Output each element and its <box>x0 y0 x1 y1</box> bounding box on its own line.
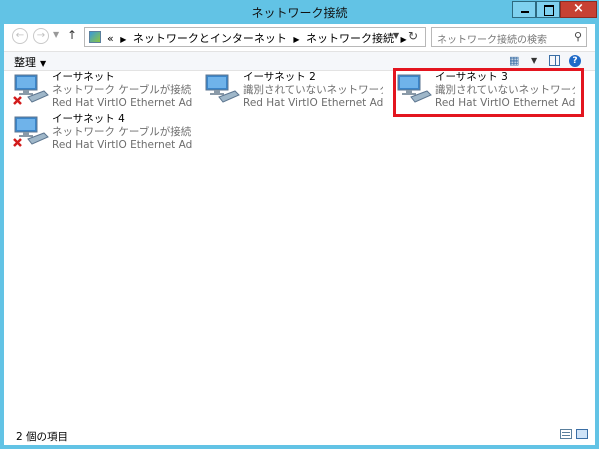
list-item[interactable]: イーサネット 2 識別されていないネットワーク Red Hat VirtIO E… <box>203 71 385 111</box>
view-options-chevron-down-icon[interactable]: ▼ <box>531 56 537 65</box>
forward-button[interactable]: → <box>33 28 49 44</box>
connection-device: Red Hat VirtIO Ethernet Adap... <box>52 139 192 151</box>
network-adapter-disconnected-icon <box>13 116 49 147</box>
connection-name: イーサネット <box>52 71 115 83</box>
close-icon: × <box>573 1 584 16</box>
up-button[interactable]: ↑ <box>67 28 77 42</box>
search-input[interactable]: ネットワーク接続の検索 ⚲ <box>431 27 587 47</box>
connection-device: Red Hat VirtIO Ethernet Adap... <box>52 97 192 109</box>
window-title: ネットワーク接続 <box>251 6 348 20</box>
change-view-icon[interactable]: ▦ <box>509 54 519 67</box>
network-adapter-icon <box>205 74 240 103</box>
chevron-right-icon[interactable]: ▶ <box>401 35 407 44</box>
preview-pane-icon[interactable] <box>549 55 560 66</box>
breadcrumb-overflow[interactable]: « <box>107 32 114 45</box>
connection-device: Red Hat VirtIO Ethernet Adap... <box>243 97 383 109</box>
breadcrumb-item-network-connections[interactable]: ネットワーク接続 <box>306 32 394 45</box>
connection-status: 識別されていないネットワーク <box>243 84 383 96</box>
organize-button[interactable]: 整理 ▼ <box>14 54 46 70</box>
large-icons-view-icon[interactable] <box>576 429 588 439</box>
details-view-icon[interactable] <box>560 429 572 439</box>
help-icon[interactable]: ? <box>569 55 581 67</box>
network-adapter-disconnected-icon <box>13 74 49 105</box>
address-history-chevron-down-icon[interactable]: ▼ <box>393 31 399 40</box>
search-placeholder: ネットワーク接続の検索 <box>437 35 547 46</box>
item-count: 2 個の項目 <box>16 431 69 443</box>
chevron-right-icon[interactable]: ▶ <box>293 35 299 44</box>
connection-name: イーサネット 2 <box>243 71 316 83</box>
back-button[interactable]: ← <box>12 28 28 44</box>
control-panel-icon <box>89 31 101 43</box>
connections-list: イーサネット ネットワーク ケーブルが接続されていま... Red Hat Vi… <box>4 71 595 423</box>
chevron-down-icon: ▼ <box>40 59 47 68</box>
maximize-button[interactable] <box>536 1 560 18</box>
title-bar[interactable]: ネットワーク接続 × <box>0 0 599 24</box>
address-field[interactable]: « ▶ ネットワークとインターネット ▶ ネットワーク接続 ▶ ▼ ↻ <box>84 27 426 47</box>
breadcrumb: « ▶ ネットワークとインターネット ▶ ネットワーク接続 ▶ <box>107 30 410 46</box>
address-bar: ← → ▼ ↑ « ▶ ネットワークとインターネット ▶ ネットワーク接続 ▶ … <box>4 24 595 51</box>
status-bar: 2 個の項目 <box>4 425 595 445</box>
breadcrumb-item-network-internet[interactable]: ネットワークとインターネット <box>133 32 287 45</box>
highlight-annotation-box <box>393 68 584 117</box>
close-button[interactable]: × <box>560 1 597 18</box>
list-item[interactable]: イーサネット 4 ネットワーク ケーブルが接続されていま... Red Hat … <box>12 113 194 153</box>
minimize-button[interactable] <box>512 1 536 18</box>
organize-label: 整理 <box>14 56 36 69</box>
explorer-window: ネットワーク接続 × ← → ▼ ↑ « ▶ ネットワークとインターネット ▶ … <box>0 0 599 449</box>
connection-status: ネットワーク ケーブルが接続されていま... <box>52 126 192 138</box>
list-item[interactable]: イーサネット ネットワーク ケーブルが接続されていま... Red Hat Vi… <box>12 71 194 111</box>
window-client: ← → ▼ ↑ « ▶ ネットワークとインターネット ▶ ネットワーク接続 ▶ … <box>4 24 595 445</box>
connection-status: ネットワーク ケーブルが接続されていま... <box>52 84 192 96</box>
refresh-icon[interactable]: ↻ <box>408 29 418 43</box>
connection-name: イーサネット 4 <box>52 113 125 125</box>
recent-locations-chevron-down-icon[interactable]: ▼ <box>53 30 59 39</box>
chevron-right-icon[interactable]: ▶ <box>120 35 126 44</box>
search-icon[interactable]: ⚲ <box>574 30 582 43</box>
